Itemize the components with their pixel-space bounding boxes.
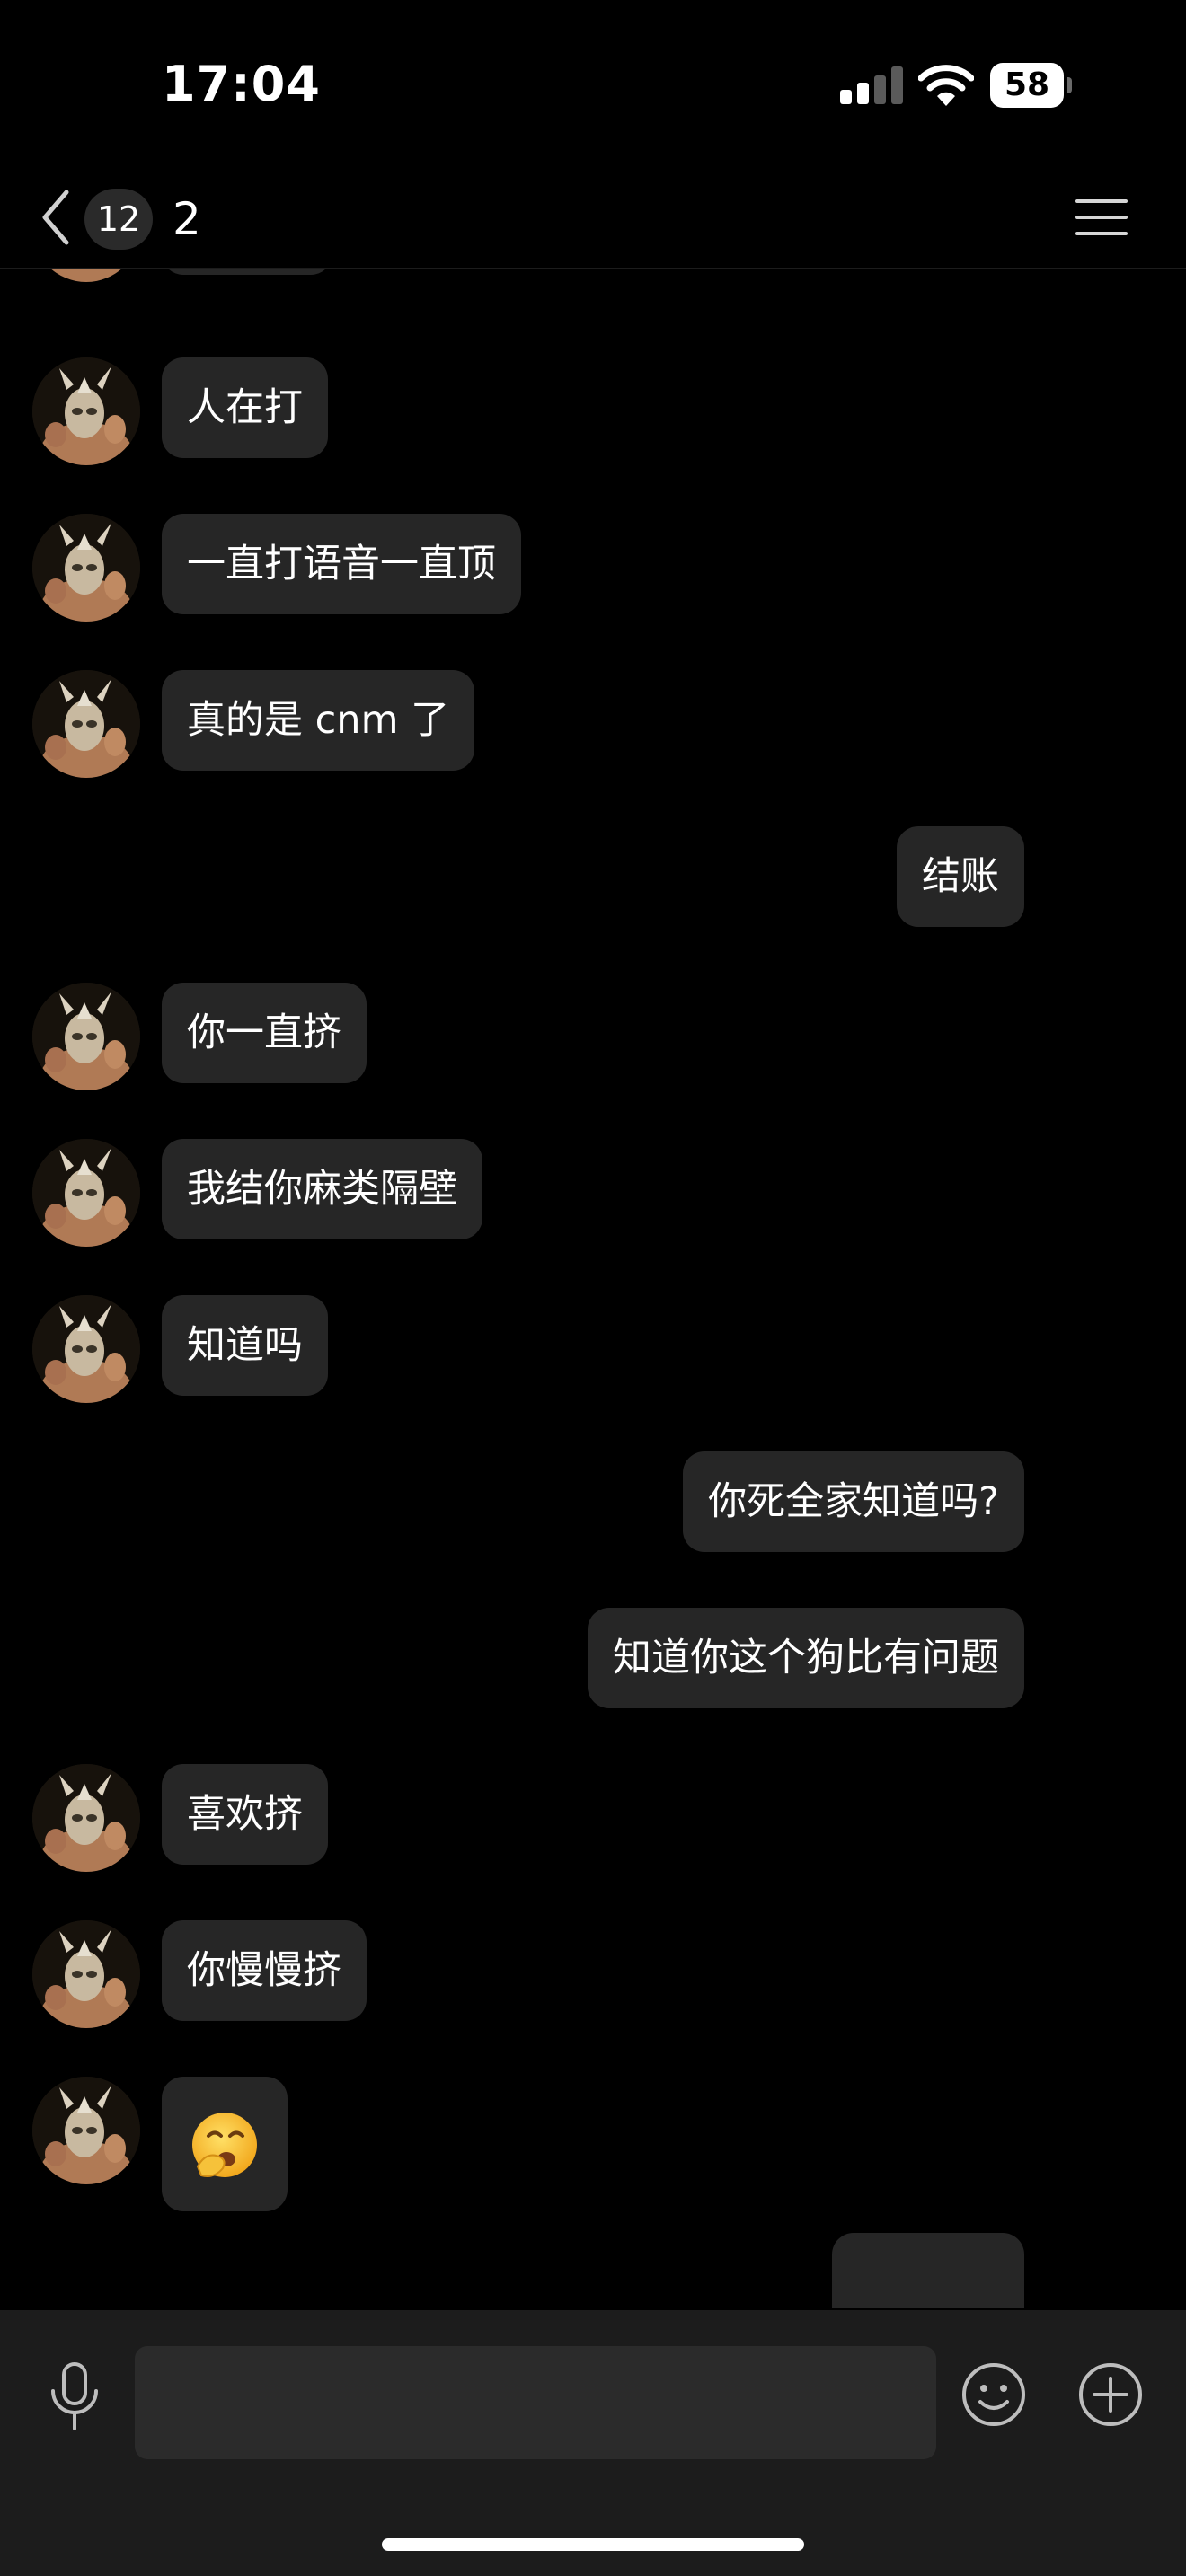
message-bubble[interactable]: 人在打 (162, 357, 328, 458)
battery-level: 58 (990, 63, 1064, 108)
message-row: 你死全家知道吗? (0, 1451, 1186, 1559)
message-bubble[interactable]: 我结你麻类隔壁 (162, 1139, 482, 1239)
status-time: 17:04 (162, 56, 321, 112)
battery-icon: 58 (990, 63, 1072, 108)
avatar[interactable] (32, 269, 140, 282)
message-bubble[interactable]: 知道吗 (162, 1295, 328, 1396)
avatar[interactable] (32, 1295, 140, 1403)
message-row: 知道你这个狗比有问题 (0, 1608, 1186, 1716)
message-bubble[interactable]: 你慢慢挤 (162, 1920, 367, 2021)
status-bar: 17:04 58 (0, 0, 1186, 171)
avatar[interactable] (32, 670, 140, 778)
message-row: 你一直挤 (0, 983, 1186, 1090)
avatar[interactable] (32, 1139, 140, 1247)
chat-header: 12 2 (0, 171, 1186, 269)
message-row: 真的是 cnm 了 (0, 670, 1186, 778)
microphone-icon[interactable] (45, 2360, 104, 2432)
avatar[interactable] (32, 983, 140, 1090)
emoji-message-bubble[interactable] (162, 2077, 288, 2211)
emoji-icon[interactable] (960, 2360, 1028, 2429)
message-bubble[interactable] (832, 2233, 1024, 2308)
plus-icon[interactable] (1076, 2360, 1145, 2429)
message-bubble[interactable]: 结账 (897, 826, 1024, 927)
avatar[interactable] (32, 1764, 140, 1872)
wifi-icon (918, 65, 974, 106)
back-chevron-icon[interactable] (36, 185, 75, 250)
home-indicator (382, 2538, 804, 2551)
message-bubble[interactable]: 你一直挤 (162, 983, 367, 1083)
avatar[interactable] (32, 1920, 140, 2028)
avatar[interactable] (32, 2077, 140, 2184)
avatar[interactable] (32, 357, 140, 465)
message-row: 我结你麻类隔壁 (0, 1139, 1186, 1247)
signal-icon (840, 66, 905, 104)
message-row: 你慢慢挤 (0, 1920, 1186, 2028)
menu-icon[interactable] (1075, 189, 1128, 246)
message-bubble[interactable]: 真的是 cnm 了 (162, 670, 475, 771)
message-bubble[interactable]: 知道你这个狗比有问题 (588, 1608, 1024, 1708)
message-row (0, 2077, 1186, 2211)
yawning-face-icon (192, 2113, 257, 2177)
message-row (0, 269, 1186, 282)
message-row: 结账 (0, 826, 1186, 934)
message-bubble[interactable]: 一直打语音一直顶 (162, 514, 521, 614)
message-row: 人在打 (0, 357, 1186, 465)
message-bubble[interactable]: 喜欢挤 (162, 1764, 328, 1865)
unread-count-badge[interactable]: 12 (84, 189, 153, 250)
composer-bar (0, 2310, 1186, 2576)
message-list[interactable]: 人在打 一直打语音一直顶 真的是 cnm 了 结账 你一直挤 我结你麻类隔壁 知… (0, 269, 1186, 2308)
avatar[interactable] (32, 514, 140, 622)
message-row: 知道吗 (0, 1295, 1186, 1403)
message-input[interactable] (135, 2346, 936, 2459)
chat-title: 2 (173, 193, 201, 245)
message-row: 一直打语音一直顶 (0, 514, 1186, 622)
message-bubble[interactable] (162, 269, 332, 275)
message-row: 喜欢挤 (0, 1764, 1186, 1872)
message-row (0, 2233, 1186, 2308)
message-bubble[interactable]: 你死全家知道吗? (683, 1451, 1024, 1552)
